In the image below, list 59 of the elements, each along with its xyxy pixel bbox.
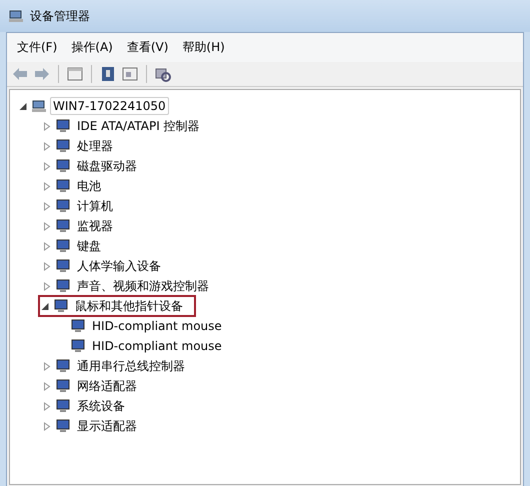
device-icon — [55, 278, 71, 294]
help-icon[interactable] — [99, 65, 117, 83]
device-icon — [55, 198, 71, 214]
expand-arrow-icon[interactable] — [42, 402, 52, 410]
expand-arrow-icon[interactable] — [42, 422, 52, 430]
device-icon — [55, 218, 71, 234]
tree-item[interactable]: 键盘 — [74, 236, 104, 256]
device-icon — [53, 298, 69, 314]
device-icon — [55, 118, 71, 134]
tree-item[interactable]: 通用串行总线控制器 — [74, 356, 188, 376]
tree-item[interactable]: 电池 — [74, 176, 104, 196]
menu-item[interactable]: 查看(V) — [120, 37, 174, 58]
menu-item[interactable]: 操作(A) — [65, 37, 119, 58]
tree-item[interactable]: 显示适配器 — [74, 416, 140, 436]
tree-item[interactable]: HID-compliant mouse — [89, 337, 225, 355]
expand-arrow-icon[interactable] — [42, 142, 52, 150]
device-icon — [55, 178, 71, 194]
expand-arrow-icon[interactable] — [42, 382, 52, 390]
device-icon — [55, 378, 71, 394]
tree-item[interactable]: 人体学输入设备 — [74, 256, 164, 276]
forward-arrow-icon[interactable] — [33, 65, 51, 83]
tree-item[interactable]: IDE ATA/ATAPI 控制器 — [74, 116, 203, 136]
tree-item[interactable]: 网络适配器 — [74, 376, 140, 396]
expand-arrow-icon[interactable] — [42, 242, 52, 250]
window-title: 设备管理器 — [30, 8, 90, 24]
device-icon — [55, 398, 71, 414]
expand-arrow-icon[interactable] — [42, 182, 52, 190]
computer-icon — [31, 98, 47, 114]
tree-item[interactable]: WIN7-1702241050 — [50, 97, 169, 115]
device-icon — [55, 238, 71, 254]
tree-item[interactable]: 监视器 — [74, 216, 116, 236]
device-icon — [70, 318, 86, 334]
tree-item[interactable]: 声音、视频和游戏控制器 — [74, 276, 212, 296]
expand-arrow-icon[interactable] — [42, 202, 52, 210]
device-icon — [55, 158, 71, 174]
tree-item[interactable]: 计算机 — [74, 196, 116, 216]
collapse-arrow-icon[interactable] — [18, 102, 28, 110]
tree-item[interactable]: 系统设备 — [74, 396, 128, 416]
tree-item[interactable]: 磁盘驱动器 — [74, 156, 140, 176]
device-icon — [55, 258, 71, 274]
tree-item[interactable]: 处理器 — [74, 136, 116, 156]
menu-item[interactable]: 帮助(H) — [176, 37, 231, 58]
tree-item[interactable]: 鼠标和其他指针设备 — [72, 296, 186, 316]
expand-arrow-icon[interactable] — [42, 122, 52, 130]
properties-icon[interactable] — [121, 65, 139, 83]
device-icon — [55, 358, 71, 374]
computer-icon — [8, 8, 24, 24]
collapse-arrow-icon[interactable] — [40, 302, 50, 310]
expand-arrow-icon[interactable] — [42, 222, 52, 230]
tree-item[interactable]: HID-compliant mouse — [89, 317, 225, 335]
window-icon[interactable] — [66, 65, 84, 83]
expand-arrow-icon[interactable] — [42, 262, 52, 270]
device-icon — [70, 338, 86, 354]
expand-arrow-icon[interactable] — [42, 282, 52, 290]
menu-item[interactable]: 文件(F) — [11, 37, 64, 58]
expand-arrow-icon[interactable] — [42, 362, 52, 370]
device-icon — [55, 138, 71, 154]
device-icon — [55, 418, 71, 434]
expand-arrow-icon[interactable] — [42, 162, 52, 170]
